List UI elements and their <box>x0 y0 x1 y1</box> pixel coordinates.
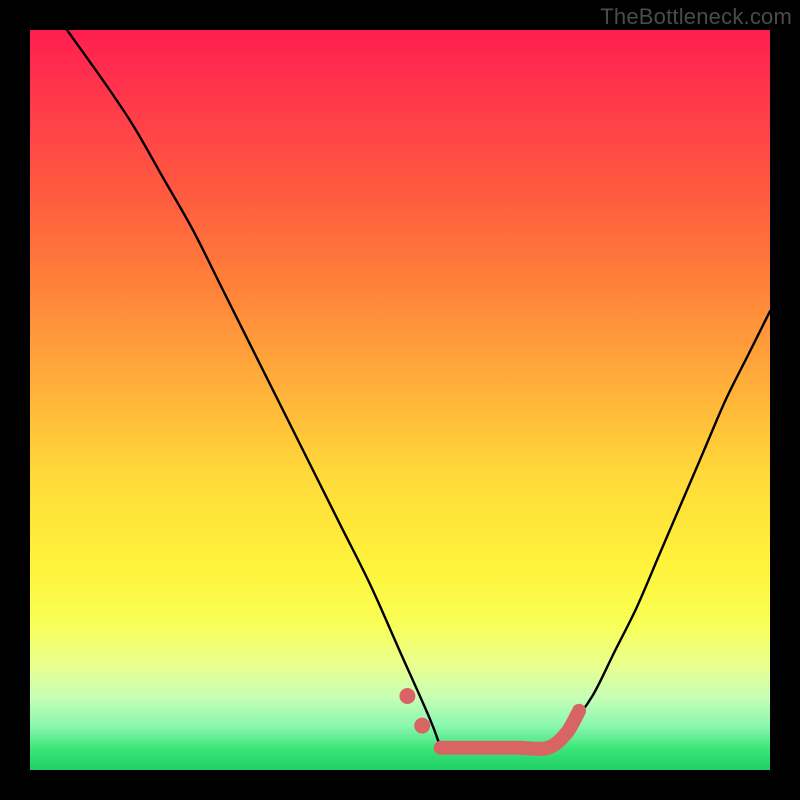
watermark-text: TheBottleneck.com <box>600 4 792 30</box>
optimal-range-highlight <box>441 711 579 749</box>
bottleneck-curve-right <box>548 311 770 748</box>
chart-frame: TheBottleneck.com <box>0 0 800 800</box>
highlight-dot-0 <box>399 688 415 704</box>
bottleneck-curve-left <box>67 30 441 748</box>
highlight-dot-1 <box>414 718 430 734</box>
chart-overlay-svg <box>30 30 770 770</box>
